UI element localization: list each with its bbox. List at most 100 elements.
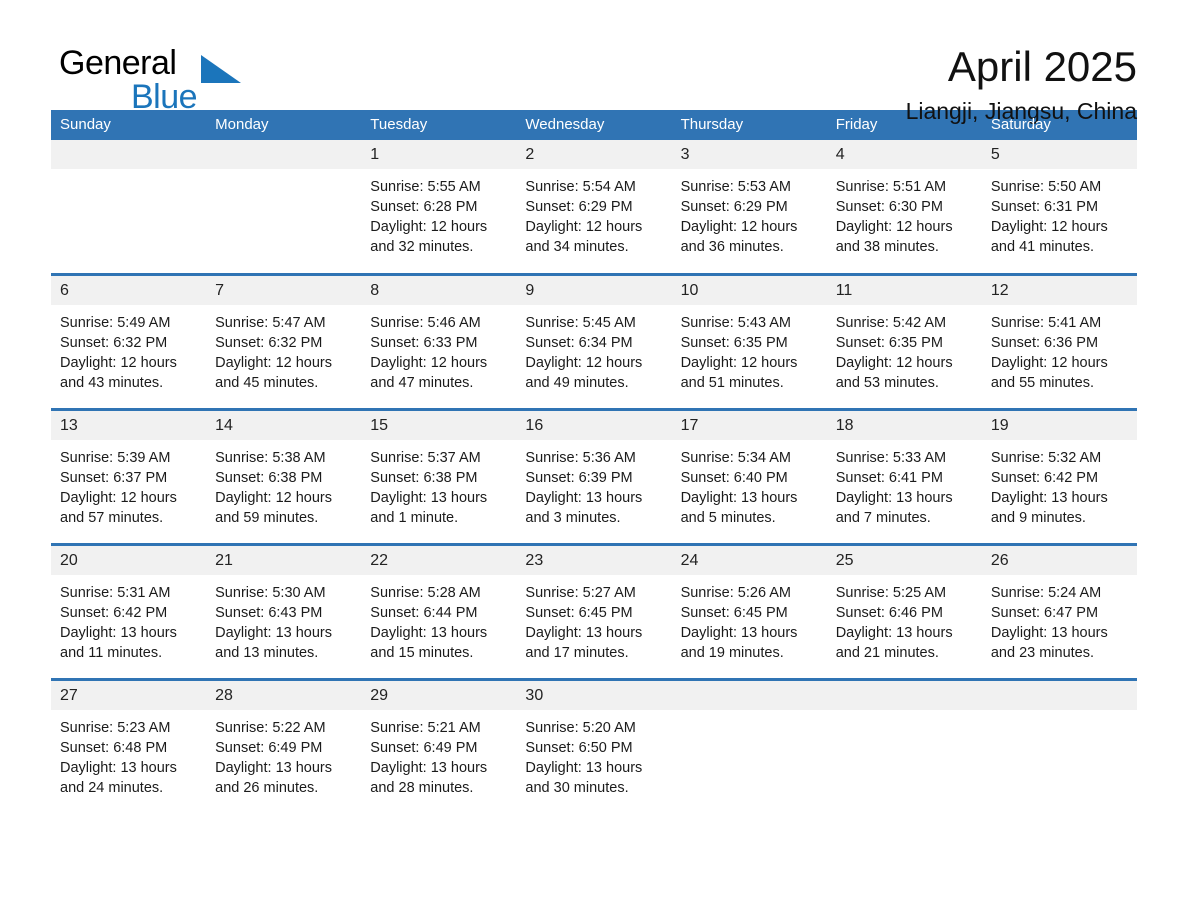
sunset-text: Sunset: 6:33 PM [370, 335, 478, 351]
sunrise-text: Sunrise: 5:23 AM [60, 720, 171, 736]
daylight-text-line1: Daylight: 12 hours [835, 219, 953, 235]
daylight-text-line1: Daylight: 12 hours [680, 355, 798, 371]
sunset-text: Sunset: 6:41 PM [835, 470, 943, 486]
sunset-text: Sunset: 6:29 PM [525, 199, 633, 215]
day-details: Sunrise: 5:39 AM Sunset: 6:37 PM Dayligh… [51, 440, 206, 528]
day-details: Sunrise: 5:38 AM Sunset: 6:38 PM Dayligh… [206, 440, 361, 528]
day-cell[interactable]: 7 Sunrise: 5:47 AM Sunset: 6:32 PM Dayli… [206, 276, 362, 408]
daylight-text-line2: and 23 minutes. [990, 645, 1095, 661]
day-number: 10 [680, 282, 699, 299]
day-cell[interactable]: 17 Sunrise: 5:34 AM Sunset: 6:40 PM Dayl… [671, 411, 827, 543]
day-number: 18 [835, 417, 854, 434]
sunset-text: Sunset: 6:45 PM [680, 605, 788, 621]
daylight-text-line2: and 59 minutes. [215, 510, 319, 526]
daylight-text-line1: Daylight: 12 hours [60, 490, 177, 506]
week-row: 20 Sunrise: 5:31 AM Sunset: 6:42 PM Dayl… [51, 543, 1137, 678]
daylight-text-line2: and 36 minutes. [680, 239, 784, 255]
sunrise-text: Sunrise: 5:31 AM [60, 585, 171, 601]
day-details: Sunrise: 5:23 AM Sunset: 6:48 PM Dayligh… [51, 710, 206, 798]
daylight-text-line1: Daylight: 12 hours [525, 219, 643, 235]
day-details: Sunrise: 5:33 AM Sunset: 6:41 PM Dayligh… [827, 440, 982, 528]
day-cell[interactable]: 29 Sunrise: 5:21 AM Sunset: 6:49 PM Dayl… [361, 681, 517, 813]
calendar-grid: Sunday Monday Tuesday Wednesday Thursday… [51, 110, 1137, 813]
day-details: Sunrise: 5:50 AM Sunset: 6:31 PM Dayligh… [982, 169, 1137, 257]
day-cell[interactable]: 13 Sunrise: 5:39 AM Sunset: 6:37 PM Dayl… [51, 411, 207, 543]
day-cell[interactable]: 22 Sunrise: 5:28 AM Sunset: 6:44 PM Dayl… [361, 546, 517, 678]
day-details: Sunrise: 5:36 AM Sunset: 6:39 PM Dayligh… [516, 440, 671, 528]
day-cell[interactable]: 10 Sunrise: 5:43 AM Sunset: 6:35 PM Dayl… [671, 276, 827, 408]
sunrise-text: Sunrise: 5:39 AM [60, 450, 171, 466]
day-cell[interactable]: 24 Sunrise: 5:26 AM Sunset: 6:45 PM Dayl… [671, 546, 827, 678]
day-cell[interactable]: 23 Sunrise: 5:27 AM Sunset: 6:45 PM Dayl… [516, 546, 672, 678]
day-details: Sunrise: 5:46 AM Sunset: 6:33 PM Dayligh… [361, 305, 516, 393]
day-number: 19 [990, 417, 1009, 434]
daylight-text-line1: Daylight: 12 hours [680, 219, 798, 235]
day-cell[interactable]: 8 Sunrise: 5:46 AM Sunset: 6:33 PM Dayli… [361, 276, 517, 408]
daylight-text-line1: Daylight: 13 hours [990, 625, 1108, 641]
day-cell[interactable]: 21 Sunrise: 5:30 AM Sunset: 6:43 PM Dayl… [206, 546, 362, 678]
day-cell[interactable]: 28 Sunrise: 5:22 AM Sunset: 6:49 PM Dayl… [206, 681, 362, 813]
day-details: Sunrise: 5:55 AM Sunset: 6:28 PM Dayligh… [361, 169, 516, 257]
daylight-text-line2: and 13 minutes. [215, 645, 319, 661]
day-cell[interactable]: 19 Sunrise: 5:32 AM Sunset: 6:42 PM Dayl… [981, 411, 1137, 543]
daylight-text-line1: Daylight: 12 hours [370, 219, 488, 235]
sunset-text: Sunset: 6:37 PM [60, 470, 168, 486]
sunset-text: Sunset: 6:38 PM [370, 470, 478, 486]
daylight-text-line1: Daylight: 12 hours [990, 355, 1108, 371]
day-details: Sunrise: 5:42 AM Sunset: 6:35 PM Dayligh… [827, 305, 982, 393]
sunrise-text: Sunrise: 5:34 AM [680, 450, 791, 466]
day-cell[interactable]: 26 Sunrise: 5:24 AM Sunset: 6:47 PM Dayl… [981, 546, 1137, 678]
day-cell[interactable]: 11 Sunrise: 5:42 AM Sunset: 6:35 PM Dayl… [826, 276, 982, 408]
day-cell[interactable]: 18 Sunrise: 5:33 AM Sunset: 6:41 PM Dayl… [826, 411, 982, 543]
sunset-text: Sunset: 6:39 PM [525, 470, 633, 486]
day-cell[interactable]: 6 Sunrise: 5:49 AM Sunset: 6:32 PM Dayli… [51, 276, 207, 408]
day-cell[interactable]: 1 Sunrise: 5:55 AM Sunset: 6:28 PM Dayli… [361, 140, 517, 273]
sunset-text: Sunset: 6:30 PM [835, 199, 943, 215]
day-cell[interactable]: 15 Sunrise: 5:37 AM Sunset: 6:38 PM Dayl… [361, 411, 517, 543]
daylight-text-line1: Daylight: 12 hours [215, 490, 333, 506]
daylight-text-line1: Daylight: 13 hours [835, 490, 953, 506]
day-details: Sunrise: 5:31 AM Sunset: 6:42 PM Dayligh… [51, 575, 206, 663]
week-row: 13 Sunrise: 5:39 AM Sunset: 6:37 PM Dayl… [51, 408, 1137, 543]
day-number: 11 [835, 282, 853, 299]
daylight-text-line1: Daylight: 12 hours [835, 355, 953, 371]
sunset-text: Sunset: 6:46 PM [835, 605, 943, 621]
day-details: Sunrise: 5:53 AM Sunset: 6:29 PM Dayligh… [672, 169, 827, 257]
day-cell[interactable]: 16 Sunrise: 5:36 AM Sunset: 6:39 PM Dayl… [516, 411, 672, 543]
day-cell[interactable]: 4 Sunrise: 5:51 AM Sunset: 6:30 PM Dayli… [826, 140, 982, 273]
sunrise-text: Sunrise: 5:22 AM [215, 720, 326, 736]
daylight-text-line2: and 11 minutes. [60, 645, 163, 661]
day-cell[interactable]: 2 Sunrise: 5:54 AM Sunset: 6:29 PM Dayli… [516, 140, 672, 273]
daylight-text-line1: Daylight: 12 hours [215, 355, 333, 371]
day-number: 4 [835, 146, 845, 163]
day-cell[interactable]: 3 Sunrise: 5:53 AM Sunset: 6:29 PM Dayli… [671, 140, 827, 273]
daylight-text-line2: and 30 minutes. [525, 780, 629, 796]
daylight-text-line1: Daylight: 13 hours [370, 625, 488, 641]
logo-text-blue: Blue [131, 78, 198, 116]
day-cell[interactable]: 9 Sunrise: 5:45 AM Sunset: 6:34 PM Dayli… [516, 276, 672, 408]
day-number: 2 [525, 146, 535, 163]
daylight-text-line2: and 28 minutes. [370, 780, 474, 796]
day-cell[interactable]: 12 Sunrise: 5:41 AM Sunset: 6:36 PM Dayl… [981, 276, 1137, 408]
sunrise-text: Sunrise: 5:33 AM [835, 450, 947, 466]
day-details: Sunrise: 5:32 AM Sunset: 6:42 PM Dayligh… [982, 440, 1137, 528]
sunset-text: Sunset: 6:42 PM [990, 470, 1099, 486]
day-number: 14 [215, 417, 233, 434]
daylight-text-line1: Daylight: 13 hours [990, 490, 1108, 506]
day-cell[interactable]: 27 Sunrise: 5:23 AM Sunset: 6:48 PM Dayl… [51, 681, 207, 813]
day-cell[interactable]: 5 Sunrise: 5:50 AM Sunset: 6:31 PM Dayli… [981, 140, 1137, 273]
day-number: 16 [525, 417, 544, 434]
daylight-text-line2: and 34 minutes. [525, 239, 629, 255]
sunset-text: Sunset: 6:50 PM [525, 740, 633, 756]
day-cell[interactable]: 25 Sunrise: 5:25 AM Sunset: 6:46 PM Dayl… [826, 546, 982, 678]
day-cell[interactable]: 20 Sunrise: 5:31 AM Sunset: 6:42 PM Dayl… [51, 546, 207, 678]
daylight-text-line2: and 45 minutes. [215, 375, 319, 391]
sunrise-text: Sunrise: 5:45 AM [525, 315, 636, 331]
day-number: 1 [370, 146, 380, 163]
sunrise-text: Sunrise: 5:20 AM [525, 720, 636, 736]
weekday-header-thursday: Thursday [680, 116, 744, 133]
day-details: Sunrise: 5:43 AM Sunset: 6:35 PM Dayligh… [672, 305, 827, 393]
day-cell[interactable]: 14 Sunrise: 5:38 AM Sunset: 6:38 PM Dayl… [206, 411, 362, 543]
day-cell[interactable]: 30 Sunrise: 5:20 AM Sunset: 6:50 PM Dayl… [516, 681, 672, 813]
weekday-header-wednesday: Wednesday [525, 116, 605, 133]
